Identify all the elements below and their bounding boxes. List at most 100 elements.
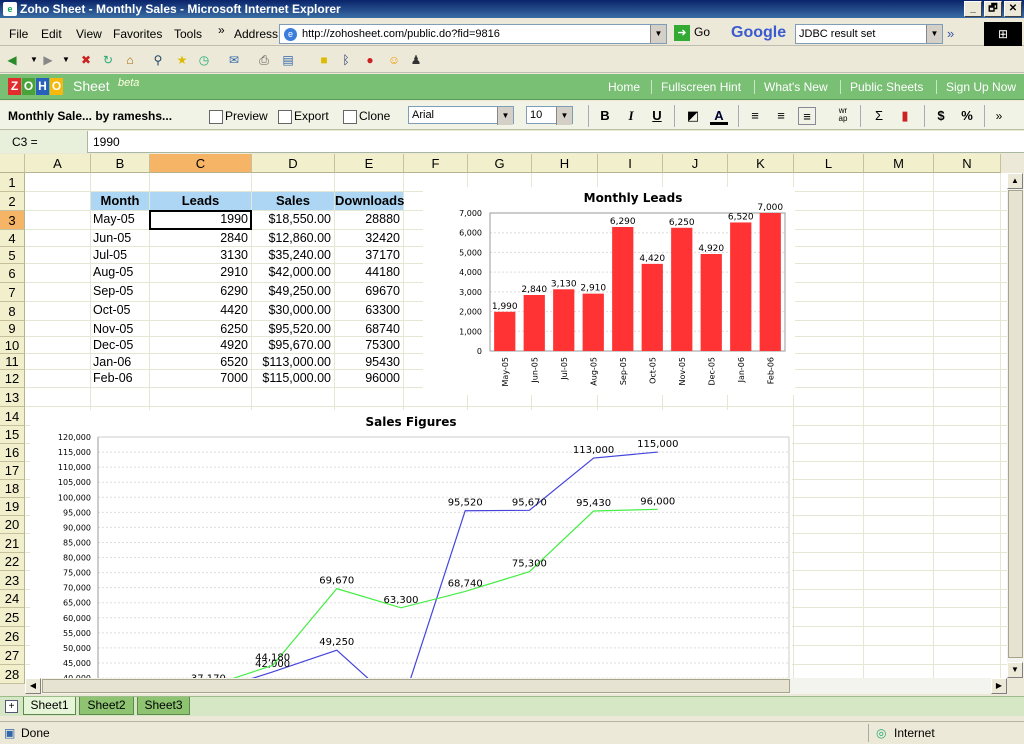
table-cell-month[interactable]: Jan-06 [93, 355, 131, 369]
close-button[interactable]: ✕ [1004, 1, 1022, 17]
row-header-13[interactable]: 13 [0, 388, 25, 407]
font-family-select[interactable]: Arial ▼ [408, 106, 514, 125]
select-all-corner[interactable] [0, 154, 25, 173]
menu-file[interactable]: File [9, 27, 28, 41]
table-cell-downloads[interactable]: 96000 [335, 371, 400, 385]
align-left-icon[interactable]: ≡ [746, 107, 764, 125]
column-header-j[interactable]: J [663, 154, 728, 173]
restore-button[interactable]: 🗗 [984, 1, 1002, 17]
sum-icon[interactable]: Σ [870, 107, 888, 125]
row-header-28[interactable]: 28 [0, 665, 25, 684]
table-cell-month[interactable]: Sep-05 [93, 284, 133, 298]
row-header-25[interactable]: 25 [0, 608, 25, 627]
clone-button[interactable]: Clone [343, 109, 390, 124]
table-cell-downloads[interactable]: 37170 [335, 248, 400, 262]
table-cell-downloads[interactable]: 44180 [335, 265, 400, 279]
column-header-h[interactable]: H [532, 154, 598, 173]
table-cell-downloads[interactable]: 32420 [335, 231, 400, 245]
google-more-chevron-icon[interactable]: » [947, 26, 954, 41]
column-header-c[interactable]: C [150, 154, 252, 173]
table-cell-leads[interactable]: 6520 [150, 355, 248, 369]
table-cell-sales[interactable]: $30,000.00 [252, 303, 331, 317]
column-header-f[interactable]: F [404, 154, 468, 173]
column-header-a[interactable]: A [25, 154, 91, 173]
menu-more-chevron-icon[interactable]: » [218, 23, 225, 37]
table-cell-downloads[interactable]: 75300 [335, 338, 400, 352]
address-dropdown-icon[interactable]: ▼ [650, 25, 666, 43]
sales-figures-chart[interactable]: Sales Figures40,00045,00050,00055,00060,… [30, 410, 792, 678]
table-cell-sales[interactable]: $115,000.00 [252, 371, 331, 385]
tab-sheet1[interactable]: Sheet1 [23, 697, 76, 715]
tab-sheet2[interactable]: Sheet2 [79, 697, 134, 715]
row-header-21[interactable]: 21 [0, 534, 25, 553]
table-cell-leads[interactable]: 3130 [150, 248, 248, 262]
people-icon[interactable]: ♟ [408, 52, 424, 68]
table-cell-month[interactable]: Aug-05 [93, 265, 133, 279]
table-cell-sales[interactable]: $18,550.00 [252, 212, 331, 226]
table-cell-month[interactable]: Jun-05 [93, 231, 131, 245]
table-cell-month[interactable]: Oct-05 [93, 303, 131, 317]
fill-color-icon[interactable]: ◩ [684, 107, 702, 125]
chart-icon[interactable]: ▮ [896, 107, 914, 125]
column-header-e[interactable]: E [335, 154, 404, 173]
table-cell-month[interactable]: Nov-05 [93, 322, 133, 336]
table-cell-sales[interactable]: $12,860.00 [252, 231, 331, 245]
row-header-20[interactable]: 20 [0, 516, 25, 534]
font-dropdown-icon[interactable]: ▼ [497, 107, 513, 125]
underline-button[interactable]: U [648, 107, 666, 125]
row-header-22[interactable]: 22 [0, 553, 25, 571]
row-header-5[interactable]: 5 [0, 247, 25, 264]
bold-button[interactable]: B [596, 107, 614, 125]
row-header-6[interactable]: 6 [0, 264, 25, 283]
wrap-text-icon[interactable]: wr ap [834, 107, 852, 125]
horizontal-scroll-thumb[interactable] [42, 679, 790, 693]
menu-view[interactable]: View [76, 27, 102, 41]
row-header-10[interactable]: 10 [0, 337, 25, 354]
nav-home[interactable]: Home [608, 80, 640, 94]
formula-input[interactable]: 1990 [93, 135, 120, 149]
minimize-button[interactable]: _ [964, 1, 982, 17]
google-dropdown-icon[interactable]: ▼ [926, 25, 942, 43]
table-cell-sales[interactable]: $95,520.00 [252, 322, 331, 336]
table-cell-month[interactable]: Jul-05 [93, 248, 127, 262]
row-header-15[interactable]: 15 [0, 426, 25, 444]
google-logo[interactable]: Google [731, 24, 786, 42]
row-header-12[interactable]: 12 [0, 370, 25, 388]
row-header-16[interactable]: 16 [0, 444, 25, 462]
messenger-icon[interactable]: ● [362, 52, 378, 68]
preview-button[interactable]: Preview [209, 109, 268, 124]
stop-icon[interactable]: ✖ [78, 52, 94, 68]
table-cell-downloads[interactable]: 69670 [335, 284, 400, 298]
percent-icon[interactable]: % [958, 107, 976, 125]
row-header-9[interactable]: 9 [0, 321, 25, 337]
scroll-left-icon[interactable]: ◀ [25, 678, 41, 694]
nav-sign-up[interactable]: Sign Up Now [946, 80, 1016, 94]
table-cell-sales[interactable]: $35,240.00 [252, 248, 331, 262]
menu-tools[interactable]: Tools [174, 27, 202, 41]
row-header-8[interactable]: 8 [0, 302, 25, 321]
table-cell-leads[interactable]: 2840 [150, 231, 248, 245]
home-icon[interactable]: ⌂ [122, 52, 138, 68]
search-icon[interactable]: ⚲ [150, 52, 166, 68]
column-header-d[interactable]: D [252, 154, 335, 173]
row-header-14[interactable]: 14 [0, 407, 25, 426]
column-header-b[interactable]: B [91, 154, 150, 173]
vertical-scroll-thumb[interactable] [1008, 190, 1023, 658]
row-header-27[interactable]: 27 [0, 646, 25, 665]
table-cell-downloads[interactable]: 68740 [335, 322, 400, 336]
italic-button[interactable]: I [622, 107, 640, 125]
go-button[interactable]: ➜ Go [674, 25, 710, 41]
menu-edit[interactable]: Edit [41, 27, 62, 41]
align-right-icon[interactable]: ≡ [798, 107, 816, 125]
column-header-l[interactable]: L [794, 154, 864, 173]
table-header-month[interactable]: Month [91, 192, 149, 210]
font-color-icon[interactable]: A [710, 107, 728, 125]
print-icon[interactable]: ⎙ [256, 52, 272, 68]
table-cell-downloads[interactable]: 63300 [335, 303, 400, 317]
align-center-icon[interactable]: ≡ [772, 107, 790, 125]
scroll-up-icon[interactable]: ▲ [1007, 173, 1023, 189]
export-button[interactable]: Export [278, 109, 329, 124]
column-header-n[interactable]: N [934, 154, 1001, 173]
row-header-2[interactable]: 2 [0, 192, 25, 211]
table-cell-leads[interactable]: 4420 [150, 303, 248, 317]
